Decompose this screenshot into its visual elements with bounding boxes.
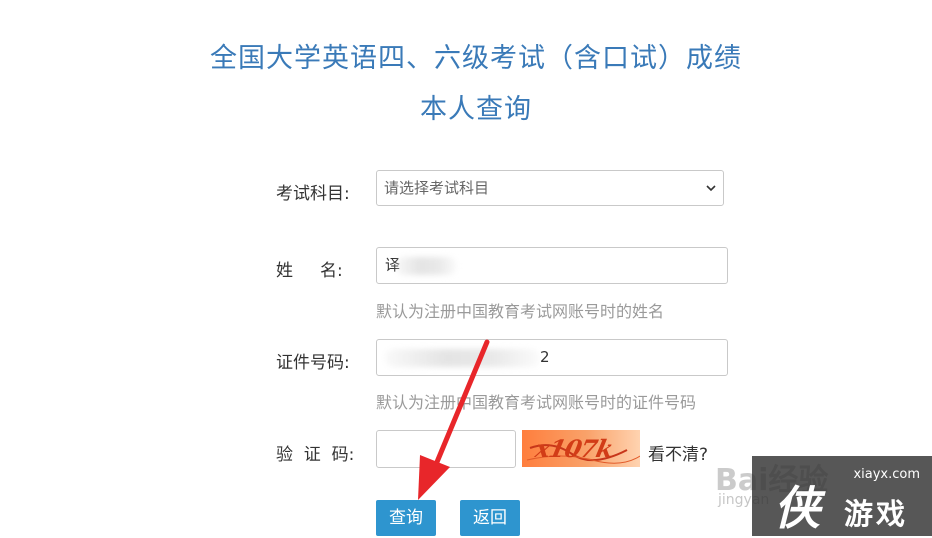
site-watermark-logo: xiayx.com 侠 游戏 xyxy=(752,456,932,536)
site-domain: xiayx.com xyxy=(853,467,920,482)
site-logo-big: 侠 xyxy=(774,481,820,535)
site-logo-small: 游戏 xyxy=(844,497,909,531)
